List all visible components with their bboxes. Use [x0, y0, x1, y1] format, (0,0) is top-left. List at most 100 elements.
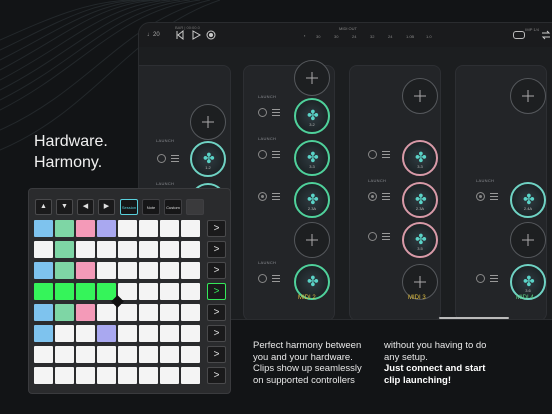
grid-pad[interactable] [118, 262, 137, 279]
clip-slot[interactable]: ✤ 3.5 [402, 222, 438, 258]
menu-icon[interactable] [490, 275, 498, 282]
grid-pad[interactable] [139, 241, 158, 258]
menu-icon[interactable] [272, 193, 280, 200]
grid-pad[interactable] [181, 304, 200, 321]
grid-pad[interactable] [160, 220, 179, 237]
session-mode-button[interactable]: Session [120, 199, 138, 215]
menu-icon[interactable] [272, 151, 280, 158]
capture-button[interactable] [186, 199, 204, 215]
grid-pad[interactable] [76, 220, 95, 237]
menu-icon[interactable] [272, 275, 280, 282]
scene-launch-button[interactable]: > [207, 325, 226, 342]
grid-pad[interactable] [118, 346, 137, 363]
record-arm-dot[interactable] [476, 274, 485, 283]
record-arm-dot[interactable] [476, 192, 485, 201]
toggle-icon[interactable] [513, 31, 525, 39]
record-arm-dot[interactable] [157, 154, 166, 163]
track-title[interactable]: MIDI 3 [408, 295, 426, 301]
grid-pad[interactable] [118, 241, 137, 258]
grid-pad[interactable] [34, 262, 53, 279]
arrow-right-button[interactable]: ▶ [98, 199, 115, 215]
grid-pad[interactable] [76, 346, 95, 363]
scene-launch-button[interactable]: > [207, 241, 226, 258]
grid-pad[interactable] [160, 304, 179, 321]
grid-pad[interactable] [97, 220, 116, 237]
grid-pad[interactable] [139, 220, 158, 237]
grid-pad[interactable] [160, 262, 179, 279]
clip-slot-empty[interactable] [294, 222, 330, 258]
grid-pad[interactable] [55, 346, 74, 363]
arrow-up-button[interactable]: ▲ [35, 199, 52, 215]
grid-pad[interactable] [55, 367, 74, 384]
skip-back-icon[interactable] [175, 30, 185, 40]
grid-pad[interactable] [34, 325, 53, 342]
clip-slot[interactable]: ✤ 2.3A [294, 182, 330, 218]
record-arm-dot[interactable] [258, 274, 267, 283]
grid-pad[interactable] [139, 325, 158, 342]
grid-pad[interactable] [160, 346, 179, 363]
grid-pad[interactable] [97, 367, 116, 384]
grid-pad[interactable] [97, 325, 116, 342]
grid-pad[interactable] [76, 367, 95, 384]
record-icon[interactable] [206, 30, 216, 40]
grid-pad[interactable] [160, 283, 179, 300]
scene-launch-button[interactable]: > [207, 346, 226, 363]
menu-icon[interactable] [490, 193, 498, 200]
custom-mode-button[interactable]: Custom [164, 199, 182, 215]
grid-pad[interactable] [139, 346, 158, 363]
grid-pad[interactable] [139, 262, 158, 279]
grid-pad[interactable] [118, 304, 137, 321]
grid-pad[interactable] [76, 325, 95, 342]
clip-slot[interactable]: ✤ 2.4A [510, 182, 546, 218]
clip-slot-empty[interactable] [402, 78, 438, 114]
grid-pad[interactable] [160, 241, 179, 258]
clip-slot-empty[interactable] [190, 104, 226, 140]
clip-slot-empty[interactable] [510, 78, 546, 114]
record-arm-dot[interactable] [258, 108, 267, 117]
grid-pad[interactable] [118, 367, 137, 384]
grid-pad[interactable] [181, 283, 200, 300]
grid-pad[interactable] [55, 304, 74, 321]
menu-icon[interactable] [382, 193, 390, 200]
grid-pad[interactable] [118, 325, 137, 342]
grid-pad[interactable] [76, 262, 95, 279]
record-arm-dot[interactable] [368, 192, 377, 201]
grid-pad[interactable] [34, 241, 53, 258]
clip-slot-empty[interactable] [510, 222, 546, 258]
scene-launch-button[interactable]: > [207, 262, 226, 279]
grid-pad[interactable] [139, 283, 158, 300]
grid-pad[interactable] [181, 325, 200, 342]
grid-pad[interactable] [139, 304, 158, 321]
grid-pad[interactable] [118, 283, 137, 300]
clip-slot-empty[interactable] [294, 60, 330, 96]
tempo-display[interactable]: ♩20 [147, 32, 160, 38]
record-arm-dot[interactable] [368, 150, 377, 159]
grid-pad[interactable] [55, 262, 74, 279]
record-arm-dot[interactable] [258, 150, 267, 159]
loop-icon[interactable] [541, 30, 551, 40]
grid-pad[interactable] [97, 262, 116, 279]
grid-pad[interactable] [97, 283, 116, 300]
arrow-down-button[interactable]: ▼ [56, 199, 73, 215]
scene-launch-button[interactable]: > [207, 220, 226, 237]
play-icon[interactable] [191, 30, 201, 40]
timeline-ruler[interactable]: ▪ 30 30 24 32 24 1.0B 1.0 [304, 33, 454, 41]
menu-icon[interactable] [382, 151, 390, 158]
grid-pad[interactable] [181, 367, 200, 384]
grid-pad[interactable] [97, 241, 116, 258]
scene-launch-button[interactable]: > [207, 367, 226, 384]
grid-pad[interactable] [76, 241, 95, 258]
clip-slot[interactable]: ✤ 2.3A [402, 182, 438, 218]
scene-launch-button[interactable]: > [207, 304, 226, 321]
grid-pad[interactable] [55, 325, 74, 342]
grid-pad[interactable] [97, 304, 116, 321]
grid-pad[interactable] [55, 283, 74, 300]
grid-pad[interactable] [34, 346, 53, 363]
note-mode-button[interactable]: Note [142, 199, 160, 215]
grid-pad[interactable] [181, 220, 200, 237]
grid-pad[interactable] [118, 220, 137, 237]
grid-pad[interactable] [34, 367, 53, 384]
record-arm-dot[interactable] [258, 192, 267, 201]
clip-slot[interactable]: ✤ 1.2 [190, 141, 226, 177]
clip-slot[interactable]: ✤ 3.3 [294, 140, 330, 176]
